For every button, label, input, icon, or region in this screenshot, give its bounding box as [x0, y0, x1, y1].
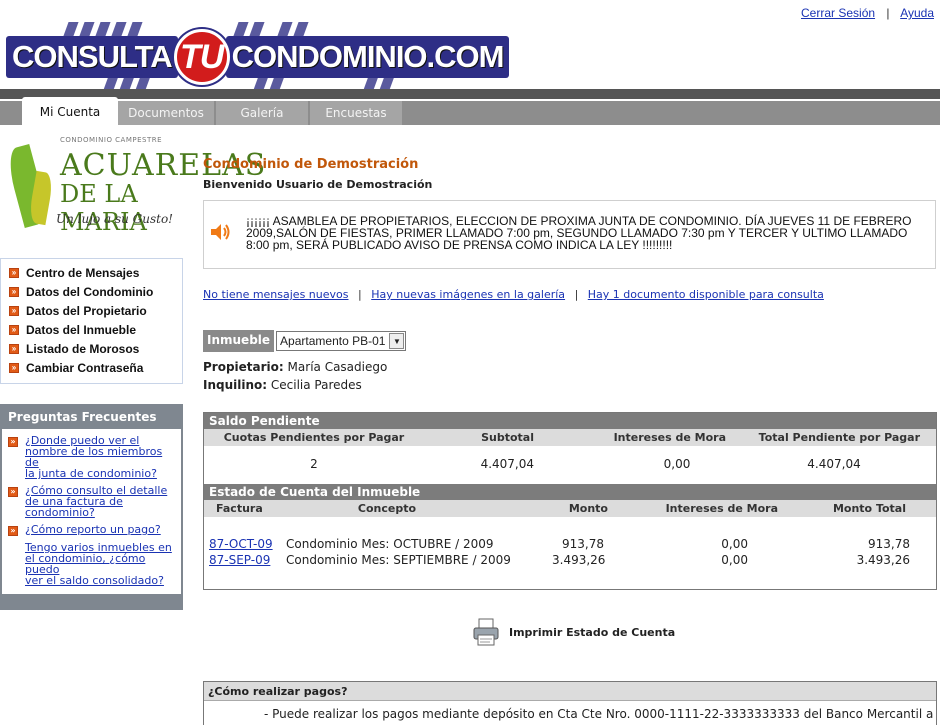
documents-link[interactable]: Hay 1 documento disponible para consulta — [588, 288, 824, 301]
arrow-bullet-icon: » — [9, 305, 19, 316]
owner-line: Propietario: María Casadiego — [203, 360, 388, 374]
page-title: Condominio de Demostración — [203, 157, 419, 172]
account-menu: » Centro de Mensajes » Datos del Condomini… — [0, 258, 183, 384]
faq-panel: Preguntas Frecuentes » ¿Donde puedo ver … — [0, 404, 183, 610]
menu-item-propietario[interactable]: » Datos del Propietario — [9, 301, 182, 320]
account-statement-panel: Estado de Cuenta del Inmueble Factura Co… — [203, 484, 937, 590]
printer-icon — [473, 618, 499, 646]
menu-item-inmueble[interactable]: » Datos del Inmueble — [9, 320, 182, 339]
payments-title: ¿Cómo realizar pagos? — [204, 682, 936, 701]
tab-galeria[interactable]: Galería — [216, 101, 308, 125]
faq-item: » ¿Donde puedo ver el nombre de los miemb… — [8, 435, 177, 479]
announcement-text: ¡¡¡¡¡¡ ASAMBLEA DE PROPIETARIOS, ELECCIO… — [246, 214, 912, 252]
site-logo[interactable]: CONSULTA TU CONDOMINIO.COM — [6, 10, 510, 92]
tab-bar: Mi Cuenta Documentos Galería Encuestas — [0, 89, 940, 127]
faq-item: » ¿Cómo consulto el detalle de una factur… — [8, 485, 177, 518]
payments-text: - Puede realizar los pagos mediante depó… — [264, 707, 934, 721]
brand-name-line2: DE LA MARIA — [60, 180, 147, 236]
arrow-bullet-icon: » — [9, 286, 19, 297]
logo-word-condominio: CONDOMINIO.COM — [225, 36, 510, 78]
faq-link-consolidado[interactable]: Tengo varios inmuebles en el condominio, … — [25, 542, 177, 586]
invoice-link[interactable]: 87-OCT-09 — [209, 537, 273, 551]
tab-mi-cuenta[interactable]: Mi Cuenta — [22, 97, 118, 127]
messages-link[interactable]: No tiene mensajes nuevos — [203, 288, 349, 301]
account-statement-header: Factura Concepto Monto Intereses de Mora… — [204, 500, 936, 517]
property-label: Inmueble — [203, 330, 275, 352]
payments-panel: ¿Cómo realizar pagos? - Puede realizar l… — [203, 681, 937, 725]
arrow-bullet-icon: » — [8, 526, 18, 536]
menu-item-contrasena[interactable]: » Cambiar Contraseña — [9, 358, 182, 377]
tenant-line: Inquilino: Cecilia Paredes — [203, 378, 362, 392]
table-row: 87-SEP-09 Condominio Mes: SEPTIEMBRE / 2… — [209, 553, 910, 567]
tab-documentos[interactable]: Documentos — [118, 101, 214, 125]
arrow-bullet-icon: » — [9, 362, 19, 373]
faq-item: » ¿Cómo reporto un pago? — [8, 524, 177, 536]
logo-text: CONSULTA TU CONDOMINIO.COM — [6, 29, 510, 85]
faq-item: » Tengo varios inmuebles enel condominio… — [8, 542, 177, 586]
logo-word-tu: TU — [173, 29, 230, 85]
notices-bar: No tiene mensajes nuevos | Hay nuevas im… — [203, 288, 824, 301]
speaker-icon — [211, 224, 230, 240]
top-links-separator: | — [886, 6, 890, 20]
chevron-down-icon: ▼ — [389, 333, 405, 349]
condo-brand-logo: CONDOMINIO CAMPESTRE ACUARELAS DE LA MAR… — [4, 136, 265, 236]
print-statement-button[interactable]: Imprimir Estado de Cuenta — [471, 617, 675, 647]
pending-balance-header: Cuotas Pendientes por Pagar Subtotal Int… — [204, 429, 936, 446]
menu-item-mensajes[interactable]: » Centro de Mensajes — [9, 263, 182, 282]
pending-balance-panel: Saldo Pendiente Cuotas Pendientes por Pa… — [203, 412, 937, 487]
menu-item-condominio[interactable]: » Datos del Condominio — [9, 282, 182, 301]
brand-subtitle: CONDOMINIO CAMPESTRE — [60, 136, 163, 144]
property-selector: Inmueble Apartamento PB-01 ▼ — [203, 330, 407, 352]
help-link[interactable]: Ayuda — [900, 6, 934, 20]
logout-link[interactable]: Cerrar Sesión — [801, 6, 875, 20]
faq-link-junta[interactable]: ¿Donde puedo ver el nombre de los miembro… — [25, 435, 177, 479]
arrow-bullet-icon: » — [9, 343, 19, 354]
menu-item-morosos[interactable]: » Listado de Morosos — [9, 339, 182, 358]
arrow-bullet-icon: » — [8, 437, 18, 447]
faq-title: Preguntas Frecuentes — [8, 410, 157, 424]
print-label: Imprimir Estado de Cuenta — [509, 625, 676, 639]
gallery-link[interactable]: Hay nuevas imágenes en la galería — [371, 288, 565, 301]
account-statement-title: Estado de Cuenta del Inmueble — [204, 484, 936, 500]
arrow-bullet-icon: » — [8, 487, 18, 497]
pending-balance-row: 2 4.407,04 0,00 4.407,04 — [310, 457, 861, 471]
faq-list: » ¿Donde puedo ver el nombre de los miemb… — [2, 429, 181, 594]
table-row: 87-OCT-09 Condominio Mes: OCTUBRE / 2009… — [209, 537, 910, 551]
brand-tagline: Un lujo a su Gusto! — [56, 212, 173, 226]
property-select[interactable]: Apartamento PB-01 ▼ — [276, 331, 407, 351]
logo-word-consulta: CONSULTA — [6, 36, 178, 78]
arrow-bullet-icon: » — [9, 324, 19, 335]
arrow-bullet-icon: » — [9, 267, 19, 278]
pending-balance-title: Saldo Pendiente — [204, 413, 936, 429]
welcome-text: Bienvenido Usuario de Demostración — [203, 178, 433, 191]
occupant-info: Propietario: María Casadiego Inquilino: … — [203, 358, 387, 394]
invoice-link[interactable]: 87-SEP-09 — [209, 553, 270, 567]
top-links: Cerrar Sesión | Ayuda — [801, 6, 934, 20]
faq-link-factura[interactable]: ¿Cómo consulto el detalle de una factura … — [25, 485, 167, 518]
announcement-box: ¡¡¡¡¡¡ ASAMBLEA DE PROPIETARIOS, ELECCIO… — [203, 200, 936, 269]
tab-encuestas[interactable]: Encuestas — [310, 101, 402, 125]
faq-link-pago[interactable]: ¿Cómo reporto un pago? — [25, 524, 161, 535]
